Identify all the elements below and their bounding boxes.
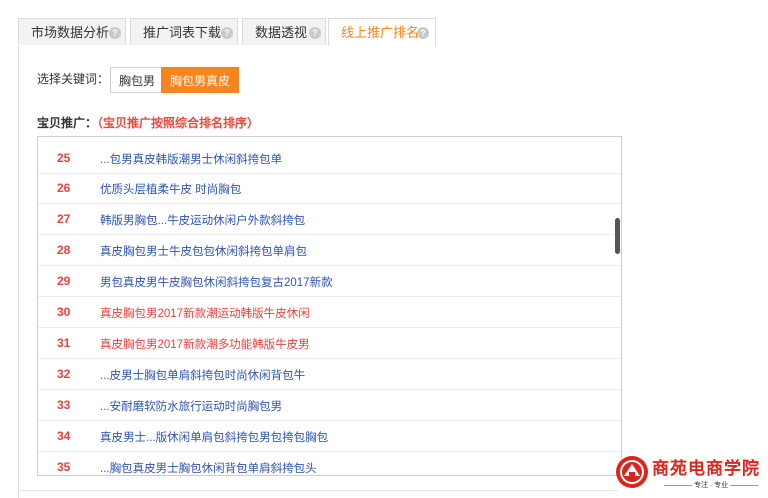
ranking-list[interactable]: 25 ...包男真皮韩版潮男士休闲斜挎包单 26 优质头层植柔牛皮 时尚胸包 2… bbox=[37, 136, 622, 476]
rank-number: 30 bbox=[57, 305, 71, 319]
item-title-link[interactable]: 男包真皮男牛皮胸包休闲斜挎包复古2017新款 bbox=[100, 274, 333, 290]
tab-label: 市场数据分析 bbox=[31, 25, 110, 40]
item-title-link[interactable]: ...包男真皮韩版潮男士休闲斜挎包单 bbox=[100, 151, 282, 167]
keyword-option-1[interactable]: 胸包男 bbox=[110, 67, 165, 93]
section-title: 宝贝推广：（宝贝推广按照综合排名排序） bbox=[37, 114, 259, 131]
item-title-link[interactable]: 真皮男士...版休闲单肩包斜挎包男包挎包胸包 bbox=[100, 429, 328, 445]
help-icon[interactable]: ? bbox=[417, 27, 429, 39]
rank-number: 27 bbox=[57, 212, 71, 226]
list-item[interactable]: 35 ...胸包真皮男士胸包休闲背包单肩斜挎包头 bbox=[38, 453, 621, 475]
tab-label: 线上推广排名 bbox=[341, 25, 420, 40]
section-note: （宝贝推广按照综合排名排序） bbox=[97, 116, 260, 130]
rank-number: 29 bbox=[57, 274, 71, 288]
list-item[interactable]: 32 ...皮男士胸包单肩斜挎包时尚休闲背包牛 bbox=[38, 360, 621, 390]
rank-number: 28 bbox=[57, 243, 71, 257]
tab-online-ranking[interactable]: 线上推广排名 ? bbox=[328, 18, 436, 47]
keyword-label: 选择关键词： bbox=[37, 72, 110, 86]
top-strip bbox=[0, 0, 768, 14]
tab-bar: 市场数据分析 ? 推广词表下载 ? 数据透视 ? 线上推广排名 ? bbox=[18, 18, 768, 47]
logo-wordmark: 商苑电商学院 bbox=[652, 459, 760, 479]
item-title-link[interactable]: 真皮胸包男2017新款潮多功能韩版牛皮男 bbox=[100, 336, 310, 352]
help-icon[interactable]: ? bbox=[221, 27, 233, 39]
item-title-link[interactable]: 真皮胸包男2017新款潮运动韩版牛皮休闲 bbox=[100, 305, 310, 321]
item-title-link[interactable]: 韩版男胸包...牛皮运动休闲户外款斜挎包 bbox=[100, 212, 305, 228]
item-title-link[interactable]: 优质头层植柔牛皮 时尚胸包 bbox=[100, 181, 241, 197]
help-icon[interactable]: ? bbox=[309, 27, 321, 39]
list-item[interactable]: 30 真皮胸包男2017新款潮运动韩版牛皮休闲 bbox=[38, 298, 621, 328]
rank-number: 26 bbox=[57, 181, 71, 195]
logo-emblem-icon bbox=[616, 456, 648, 488]
logo-tagline: ———— 专注 · 专业 ———— bbox=[664, 482, 759, 489]
scrollbar-thumb[interactable] bbox=[615, 218, 620, 254]
tab-data-pivot[interactable]: 数据透视 ? bbox=[242, 18, 326, 45]
tab-market-analysis[interactable]: 市场数据分析 ? bbox=[18, 18, 126, 45]
tab-keyword-download[interactable]: 推广词表下载 ? bbox=[130, 18, 238, 45]
list-item[interactable]: 28 真皮胸包男士牛皮包包休闲斜挎包单肩包 bbox=[38, 236, 621, 266]
keyword-option-2[interactable]: 胸包男真皮 bbox=[161, 67, 240, 93]
item-title-link[interactable]: ...安耐磨软防水旅行运动时尚胸包男 bbox=[100, 398, 282, 414]
help-icon[interactable]: ? bbox=[109, 27, 121, 39]
item-title-link[interactable]: 真皮胸包男士牛皮包包休闲斜挎包单肩包 bbox=[100, 243, 307, 259]
list-item[interactable]: 33 ...安耐磨软防水旅行运动时尚胸包男 bbox=[38, 391, 621, 421]
divider bbox=[18, 490, 618, 491]
rank-number: 31 bbox=[57, 336, 71, 350]
item-title-link[interactable]: ...皮男士胸包单肩斜挎包时尚休闲背包牛 bbox=[100, 367, 305, 383]
list-item[interactable]: 25 ...包男真皮韩版潮男士休闲斜挎包单 bbox=[38, 144, 621, 174]
rank-number: 32 bbox=[57, 367, 71, 381]
list-item[interactable]: 31 真皮胸包男2017新款潮多功能韩版牛皮男 bbox=[38, 329, 621, 359]
list-item[interactable]: 34 真皮男士...版休闲单肩包斜挎包男包挎包胸包 bbox=[38, 422, 621, 452]
rank-number: 33 bbox=[57, 398, 71, 412]
list-item[interactable]: 29 男包真皮男牛皮胸包休闲斜挎包复古2017新款 bbox=[38, 267, 621, 297]
rank-number: 35 bbox=[57, 460, 71, 474]
section-title-text: 宝贝推广： bbox=[37, 116, 98, 130]
tab-label: 推广词表下载 bbox=[143, 25, 222, 40]
list-item[interactable]: 27 韩版男胸包...牛皮运动休闲户外款斜挎包 bbox=[38, 205, 621, 235]
tab-label: 数据透视 bbox=[255, 25, 308, 40]
list-item[interactable]: 26 优质头层植柔牛皮 时尚胸包 bbox=[38, 174, 621, 204]
item-title-link[interactable]: ...胸包真皮男士胸包休闲背包单肩斜挎包头 bbox=[100, 460, 317, 475]
brand-logo: 商苑电商学院 ———— 专注 · 专业 ———— bbox=[612, 452, 768, 494]
rank-number: 34 bbox=[57, 429, 71, 443]
rank-number: 25 bbox=[57, 151, 71, 165]
